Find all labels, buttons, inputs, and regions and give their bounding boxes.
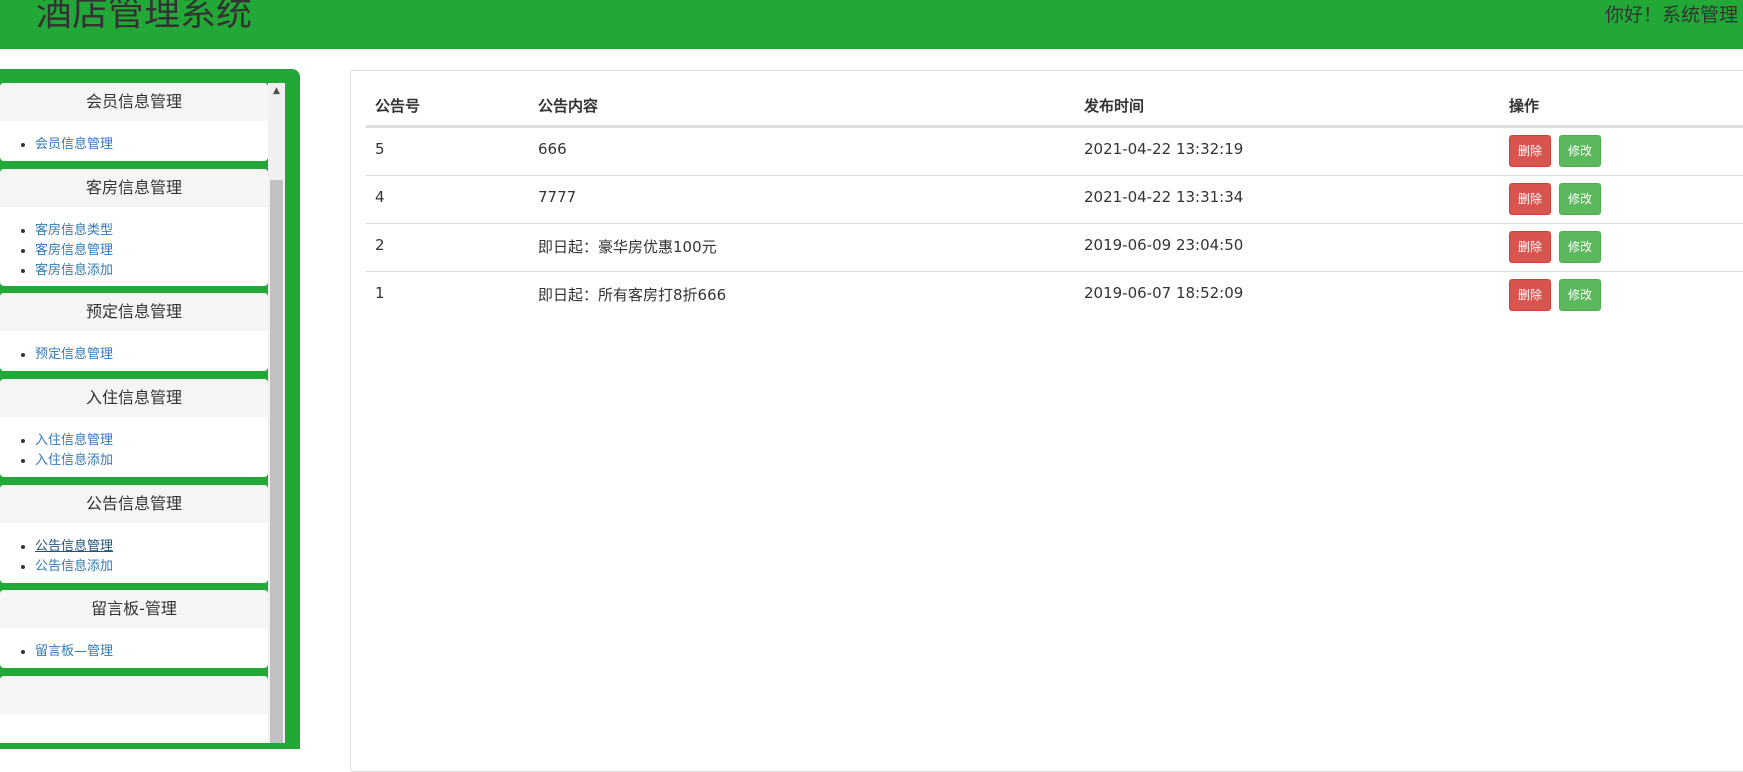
table-header-row: 公告号 公告内容 发布时间 操作: [366, 85, 1743, 127]
notice-table: 公告号 公告内容 发布时间 操作 5 666 2021-04-22 13:32:…: [366, 85, 1743, 319]
table-row: 4 7777 2021-04-22 13:31:34 删除 修改: [366, 175, 1743, 223]
delete-button[interactable]: 删除: [1509, 231, 1552, 263]
sidebar-item-notice-manage[interactable]: 公告信息管理: [35, 539, 113, 554]
sidebar: 会员信息管理 会员信息管理 客房信息管理 客房信息类型 客房信息管理 客房信息添…: [0, 69, 300, 749]
column-header-time: 发布时间: [1084, 97, 1145, 115]
sidebar-panel-notice: 公告信息管理 公告信息管理 公告信息添加: [0, 485, 268, 583]
sidebar-scroll-area[interactable]: 会员信息管理 会员信息管理 客房信息管理 客房信息类型 客房信息管理 客房信息添…: [0, 83, 285, 743]
sidebar-scrollbar[interactable]: ▲: [268, 83, 285, 743]
sidebar-panel-heading: [0, 676, 268, 714]
notice-id: 2: [375, 236, 385, 254]
sidebar-panel-heading: 会员信息管理: [0, 83, 268, 121]
sidebar-item-room-manage[interactable]: 客房信息管理: [35, 243, 113, 258]
edit-button[interactable]: 修改: [1559, 183, 1602, 215]
column-header-content: 公告内容: [538, 97, 599, 115]
sidebar-item-room-add[interactable]: 客房信息添加: [35, 263, 113, 278]
sidebar-panel-heading: 客房信息管理: [0, 169, 268, 207]
sidebar-item-booking-manage[interactable]: 预定信息管理: [35, 347, 113, 362]
delete-button[interactable]: 删除: [1509, 279, 1552, 311]
sidebar-panel-member: 会员信息管理 会员信息管理: [0, 83, 268, 161]
edit-button[interactable]: 修改: [1559, 135, 1602, 167]
sidebar-panel-partial: [0, 676, 268, 743]
sidebar-item-checkin-manage[interactable]: 入住信息管理: [35, 433, 113, 448]
sidebar-panel-message: 留言板-管理 留言板—管理: [0, 590, 268, 668]
notice-time: 2019-06-09 23:04:50: [1084, 236, 1244, 254]
sidebar-panel-heading: 入住信息管理: [0, 379, 268, 417]
notice-content: 即日起：所有客房打8折666: [538, 286, 727, 304]
sidebar-panel-booking: 预定信息管理 预定信息管理: [0, 293, 268, 371]
notice-time: 2021-04-22 13:31:34: [1084, 188, 1244, 206]
column-header-actions: 操作: [1509, 97, 1540, 115]
sidebar-item-checkin-add[interactable]: 入住信息添加: [35, 453, 113, 468]
edit-button[interactable]: 修改: [1559, 231, 1602, 263]
table-row: 1 即日起：所有客房打8折666 2019-06-07 18:52:09 删除 …: [366, 271, 1743, 319]
notice-time: 2019-06-07 18:52:09: [1084, 284, 1244, 302]
app-title: 酒店管理系统: [36, 0, 253, 34]
sidebar-panel-checkin: 入住信息管理 入住信息管理 入住信息添加: [0, 379, 268, 477]
notice-id: 4: [375, 188, 385, 206]
delete-button[interactable]: 删除: [1509, 183, 1552, 215]
sidebar-panel-heading: 公告信息管理: [0, 485, 268, 523]
sidebar-item-message-manage[interactable]: 留言板—管理: [35, 644, 113, 659]
edit-button[interactable]: 修改: [1559, 279, 1602, 311]
scroll-up-arrow-icon[interactable]: ▲: [268, 83, 285, 100]
column-header-id: 公告号: [375, 97, 421, 115]
sidebar-item-notice-add[interactable]: 公告信息添加: [35, 559, 113, 574]
table-row: 5 666 2021-04-22 13:32:19 删除 修改: [366, 127, 1743, 175]
notice-content: 7777: [538, 188, 577, 206]
sidebar-panel-room: 客房信息管理 客房信息类型 客房信息管理 客房信息添加: [0, 169, 268, 286]
notice-time: 2021-04-22 13:32:19: [1084, 140, 1244, 158]
notice-id: 5: [375, 140, 385, 158]
notice-list-panel: 公告号 公告内容 发布时间 操作 5 666 2021-04-22 13:32:…: [350, 70, 1743, 772]
notice-id: 1: [375, 284, 385, 302]
user-greeting: 你好！系统管理: [1605, 4, 1739, 26]
sidebar-panel-heading: 预定信息管理: [0, 293, 268, 331]
top-header: 酒店管理系统 你好！系统管理: [0, 0, 1743, 49]
sidebar-item-member-manage[interactable]: 会员信息管理: [35, 137, 113, 152]
sidebar-panel-heading: 留言板-管理: [0, 590, 268, 628]
notice-content: 666: [538, 140, 567, 158]
scrollbar-thumb[interactable]: [270, 180, 283, 743]
table-row: 2 即日起：豪华房优惠100元 2019-06-09 23:04:50 删除 修…: [366, 223, 1743, 271]
notice-content: 即日起：豪华房优惠100元: [538, 238, 717, 256]
delete-button[interactable]: 删除: [1509, 135, 1552, 167]
sidebar-item-room-type[interactable]: 客房信息类型: [35, 223, 113, 238]
